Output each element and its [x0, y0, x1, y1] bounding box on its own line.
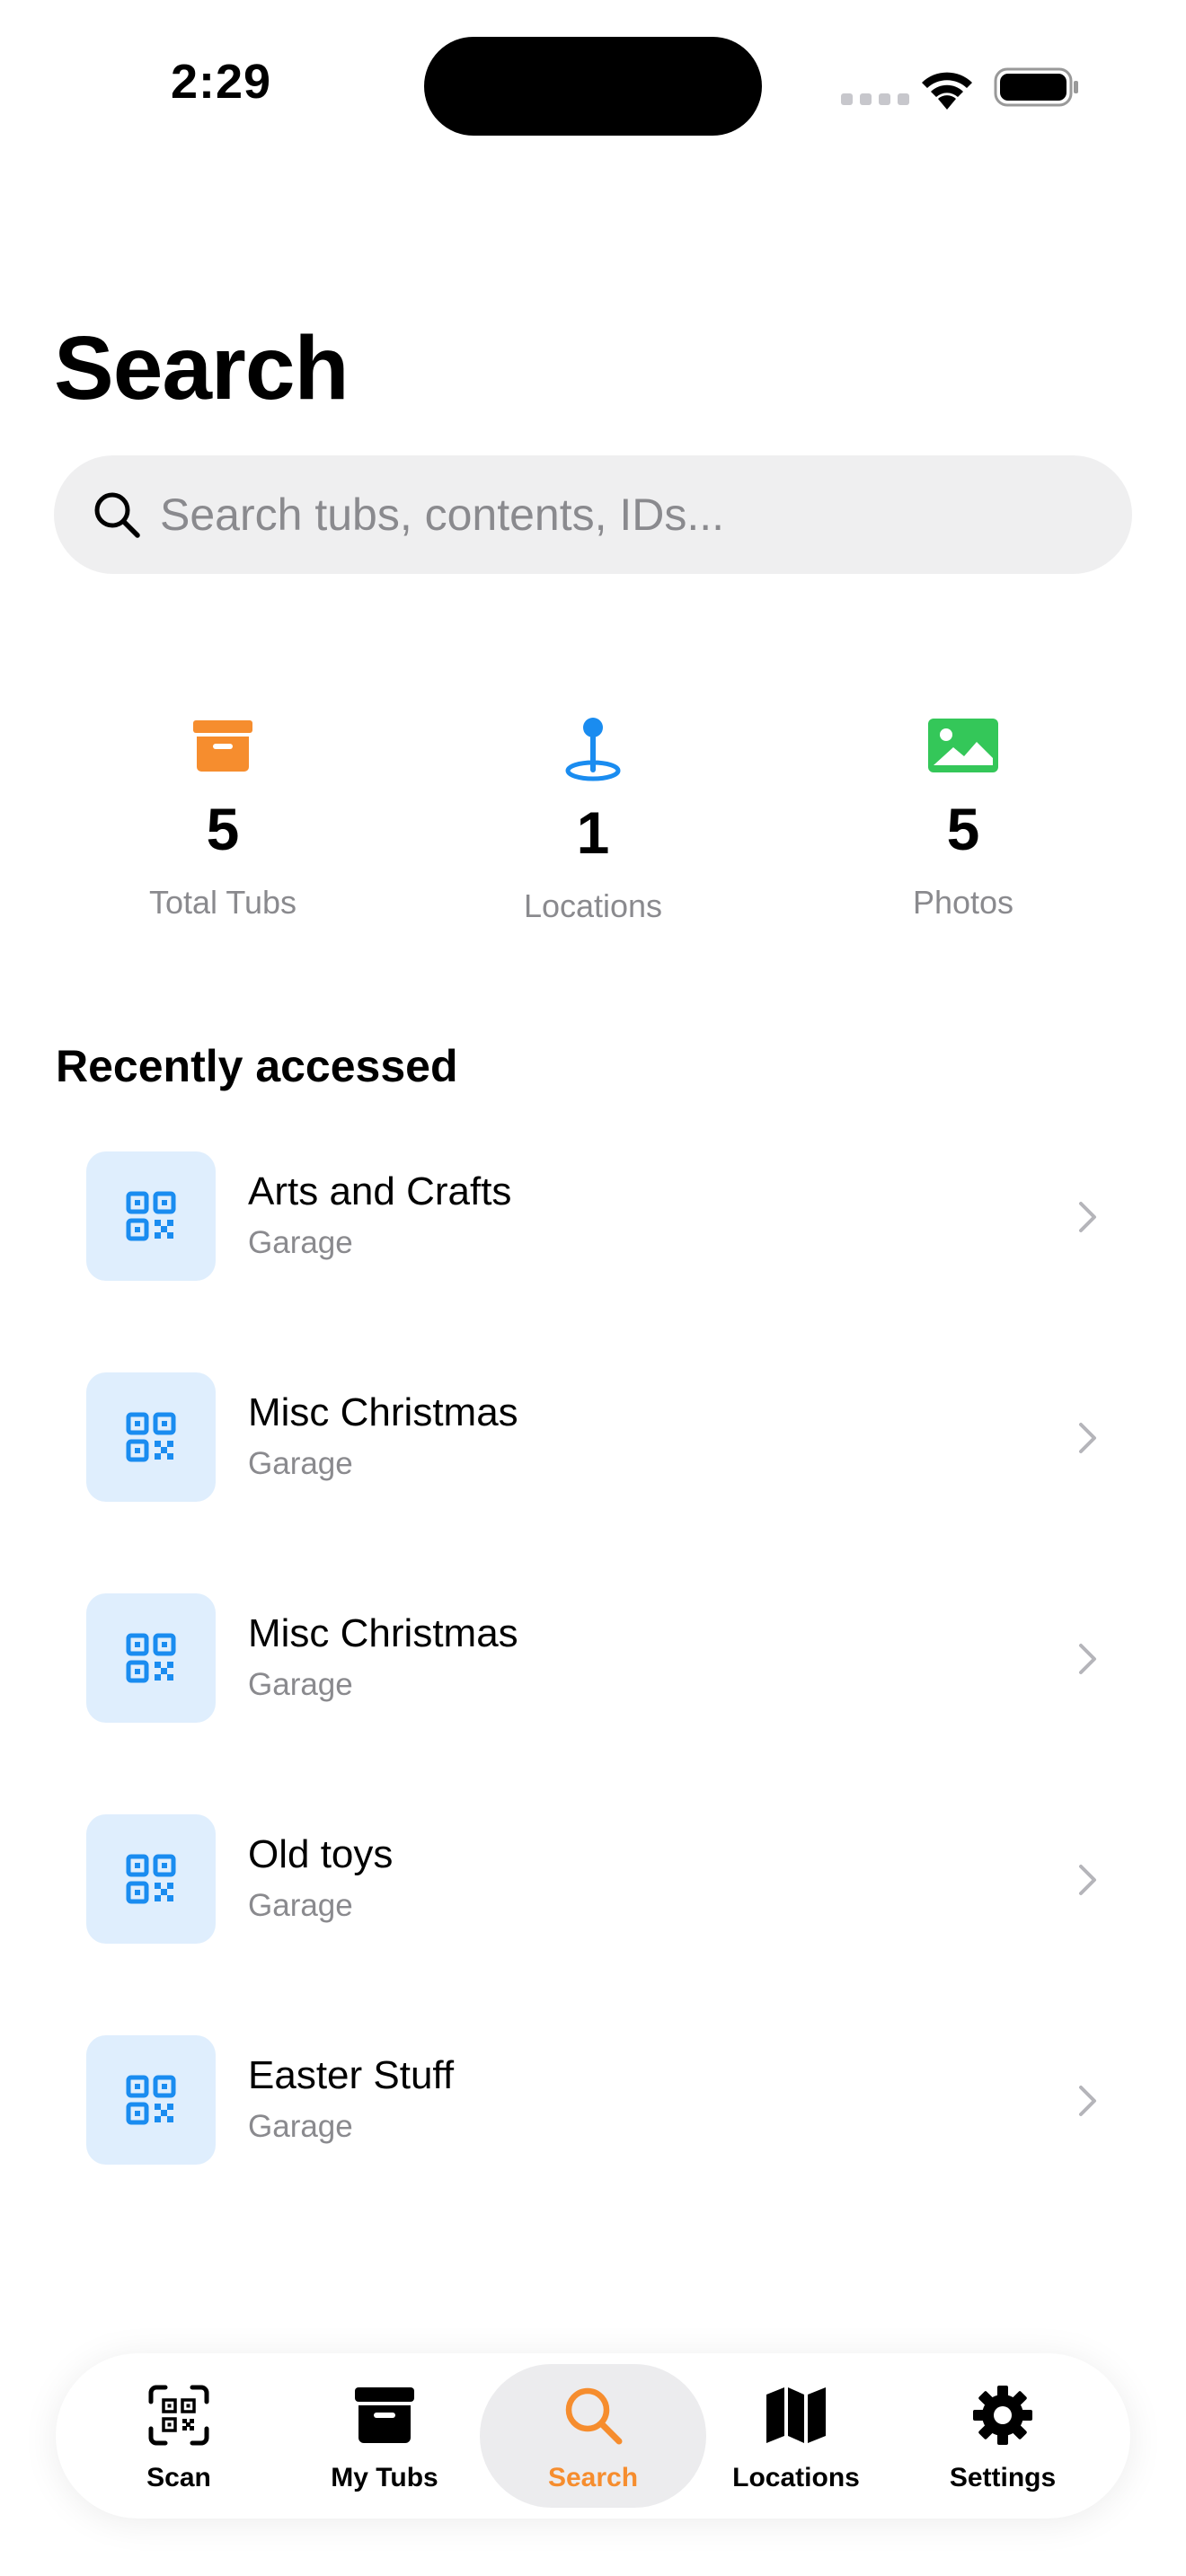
tab-bar: Scan My Tubs Search Locations Settings [56, 2353, 1130, 2519]
status-time: 2:29 [171, 55, 272, 109]
chevron-right-icon [1079, 1865, 1096, 1895]
item-title: Old toys [248, 1832, 394, 1876]
tab-scan[interactable]: Scan [66, 2364, 292, 2508]
archive-box-icon [355, 2387, 414, 2443]
qr-scan-icon [148, 2385, 209, 2446]
tab-label: Locations [732, 2463, 860, 2492]
map-icon [766, 2387, 826, 2443]
stat-label: Total Tubs [148, 884, 297, 921]
search-icon [94, 492, 140, 538]
page-title: Search [54, 318, 350, 419]
item-thumbnail [86, 1151, 216, 1281]
qr-code-icon [126, 1191, 176, 1241]
chevron-right-icon [1079, 1202, 1096, 1232]
tab-label: Settings [949, 2463, 1057, 2492]
item-thumbnail [86, 1593, 216, 1723]
qr-code-icon [126, 1633, 176, 1683]
item-location: Garage [248, 1225, 353, 1260]
section-title-recently-accessed: Recently accessed [56, 1041, 458, 1091]
item-location: Garage [248, 1888, 353, 1923]
stat-label: Locations [523, 887, 663, 924]
list-item[interactable]: Misc Christmas Garage [86, 1593, 1111, 1725]
item-title: Misc Christmas [248, 1390, 518, 1434]
tab-label: Search [547, 2463, 639, 2492]
chevron-right-icon [1079, 1644, 1096, 1674]
search-icon [565, 2387, 623, 2445]
item-title: Misc Christmas [248, 1611, 518, 1655]
search-bar[interactable] [54, 455, 1132, 574]
tab-settings[interactable]: Settings [890, 2364, 1116, 2508]
chevron-right-icon [1079, 1423, 1096, 1453]
tab-my-tubs[interactable]: My Tubs [271, 2364, 498, 2508]
archive-box-icon [193, 720, 252, 772]
stat-photos: 5 Photos [801, 719, 1125, 922]
item-title: Arts and Crafts [248, 1169, 512, 1213]
tab-label: Scan [146, 2463, 211, 2492]
item-thumbnail [86, 1372, 216, 1502]
dynamic-island [424, 37, 762, 136]
stat-total-tubs: 5 Total Tubs [61, 719, 385, 922]
item-location: Garage [248, 1446, 353, 1481]
stat-value: 5 [946, 796, 980, 862]
qr-code-icon [126, 2075, 176, 2125]
list-item[interactable]: Misc Christmas Garage [86, 1372, 1111, 1504]
cellular-signal-icon [841, 93, 909, 105]
tab-label: My Tubs [331, 2463, 438, 2492]
stat-label: Photos [912, 884, 1014, 921]
item-thumbnail [86, 1814, 216, 1944]
item-thumbnail [86, 2035, 216, 2165]
list-item[interactable]: Easter Stuff Garage [86, 2035, 1111, 2166]
map-pin-icon [565, 718, 621, 781]
stat-locations: 1 Locations [431, 717, 755, 925]
stat-value: 1 [576, 799, 610, 866]
search-input[interactable] [160, 455, 1094, 574]
battery-icon [994, 67, 1078, 107]
item-location: Garage [248, 2109, 353, 2144]
list-item[interactable]: Old toys Garage [86, 1814, 1111, 1945]
item-title: Easter Stuff [248, 2053, 455, 2097]
qr-code-icon [126, 1854, 176, 1904]
gear-icon [973, 2386, 1032, 2445]
qr-code-icon [126, 1412, 176, 1462]
stat-value: 5 [206, 796, 240, 862]
list-item[interactable]: Arts and Crafts Garage [86, 1151, 1111, 1283]
tab-locations[interactable]: Locations [683, 2364, 909, 2508]
chevron-right-icon [1079, 2086, 1096, 2116]
wifi-icon [922, 72, 972, 110]
item-location: Garage [248, 1667, 353, 1702]
tab-search[interactable]: Search [480, 2364, 706, 2508]
photo-icon [928, 719, 998, 772]
